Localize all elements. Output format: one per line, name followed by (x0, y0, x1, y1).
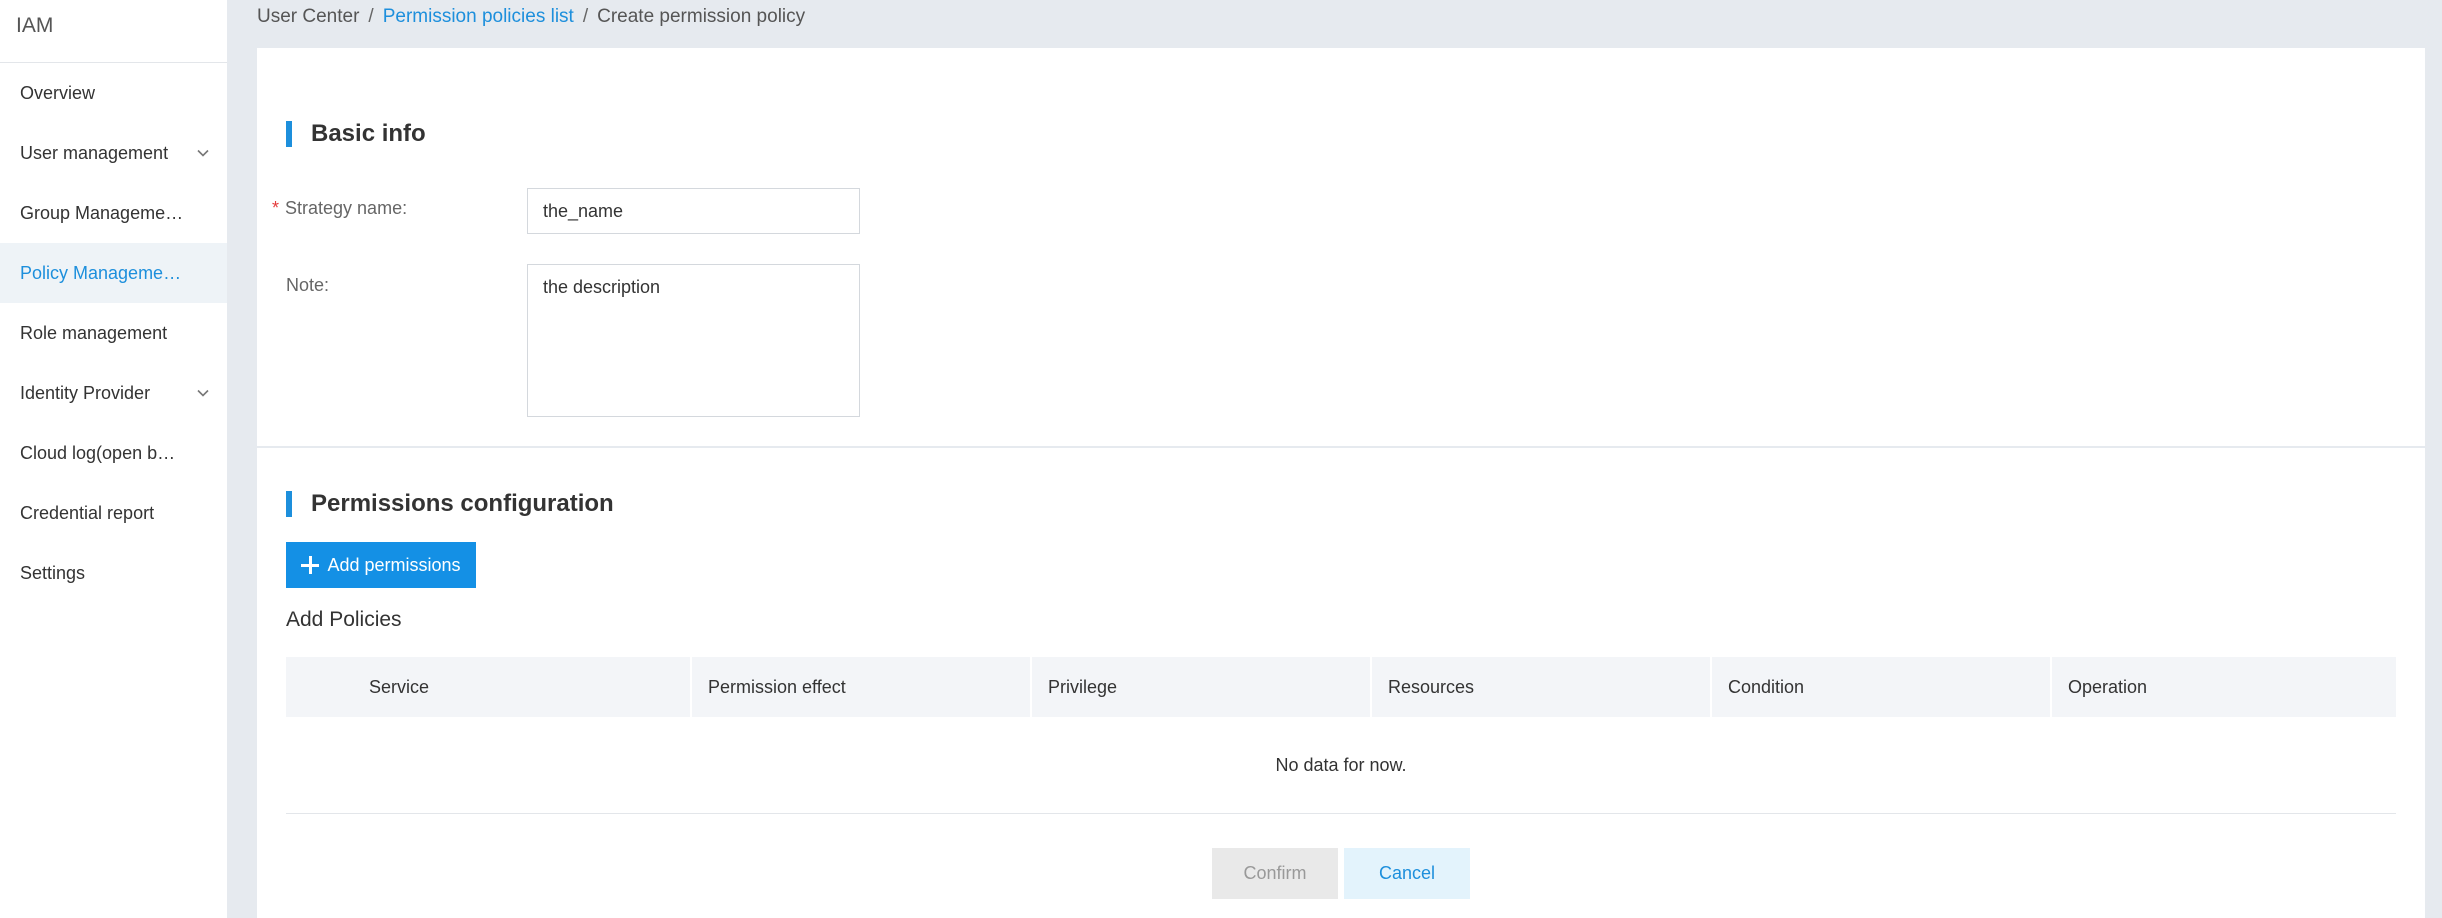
cancel-button[interactable]: Cancel (1344, 848, 1470, 899)
sidebar-item-label: Policy Manageme… (20, 263, 182, 283)
column-header-privilege: Privilege (1032, 657, 1372, 717)
column-header-service: Service (286, 657, 692, 717)
note-label: Note: (286, 275, 330, 295)
sidebar: IAM Overview User management Group Manag… (0, 0, 227, 918)
sidebar-item-credential-report[interactable]: Credential report (0, 483, 227, 543)
sidebar-item-cloud-log[interactable]: Cloud log(open b… (0, 423, 227, 483)
strategy-name-label: * Strategy name: (272, 198, 407, 219)
breadcrumb: User Center / Permission policies list / Cre… (257, 6, 805, 28)
sidebar-item-label: Settings (20, 563, 86, 583)
table-header: Service Permission effect Privilege Reso… (286, 657, 2396, 717)
breadcrumb-root[interactable]: User Center (257, 6, 359, 27)
section-divider (257, 446, 2425, 448)
add-policies-heading: Add Policies (286, 608, 402, 631)
sidebar-item-label: Role management (20, 323, 168, 343)
required-marker: * (272, 198, 280, 218)
note-textarea[interactable]: the description (527, 264, 860, 417)
sidebar-item-overview[interactable]: Overview (0, 63, 227, 123)
sidebar-item-label: Identity Provider (20, 383, 151, 403)
main-panel: Basic info *Strategy name: Note: the des… (257, 48, 2425, 918)
chevron-down-icon (197, 149, 209, 157)
column-header-condition: Condition (1712, 657, 2052, 717)
app-title: IAM (0, 0, 227, 63)
app-root: IAM Overview User management Group Manag… (0, 0, 2442, 918)
table-empty-state: No data for now. (286, 717, 2396, 814)
breadcrumb-current: Create permission policy (597, 6, 806, 27)
column-header-resources: Resources (1372, 657, 1712, 717)
sidebar-item-user-management[interactable]: User management (0, 123, 227, 183)
sidebar-item-settings[interactable]: Settings (0, 543, 227, 603)
sidebar-item-label: Overview (20, 83, 96, 103)
sidebar-nav: Overview User management Group Manageme…… (0, 63, 227, 603)
strategy-name-label-text: Strategy name: (285, 198, 408, 218)
strategy-name-input[interactable] (527, 188, 860, 234)
permissions-configuration-title: Permissions configuration (286, 490, 614, 518)
sidebar-item-label: User management (20, 143, 169, 163)
column-header-permission-effect: Permission effect (692, 657, 1032, 717)
plus-icon (301, 556, 320, 574)
policies-table: Service Permission effect Privilege Reso… (286, 657, 2396, 814)
breadcrumb-permission-policies-link[interactable]: Permission policies list (383, 6, 574, 27)
breadcrumb-separator: / (368, 6, 374, 27)
sidebar-item-group-management[interactable]: Group Manageme… (0, 183, 227, 243)
sidebar-item-identity-provider[interactable]: Identity Provider (0, 363, 227, 423)
column-header-operation: Operation (2068, 677, 2148, 697)
add-permissions-button[interactable]: Add permissions (286, 542, 476, 588)
sidebar-item-policy-management[interactable]: Policy Manageme… (0, 243, 227, 303)
chevron-down-icon (197, 389, 209, 397)
confirm-button[interactable]: Confirm (1212, 848, 1338, 899)
sidebar-item-label: Credential report (20, 503, 155, 523)
add-permissions-label: Add permissions (327, 554, 461, 575)
breadcrumb-separator: / (582, 6, 589, 27)
sidebar-item-label: Group Manageme… (20, 203, 184, 223)
sidebar-item-role-management[interactable]: Role management (0, 303, 227, 363)
sidebar-item-label: Cloud log(open b… (20, 443, 176, 463)
basic-info-title: Basic info (286, 120, 426, 148)
